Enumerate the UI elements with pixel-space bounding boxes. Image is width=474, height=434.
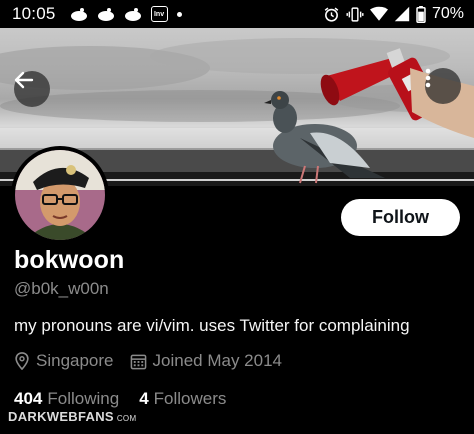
profile-meta: Singapore Joined May 2014 bbox=[14, 351, 298, 371]
location: Singapore bbox=[14, 351, 114, 371]
profile-avatar[interactable] bbox=[11, 146, 109, 244]
battery-icon bbox=[416, 5, 426, 23]
more-options-button[interactable] bbox=[425, 68, 461, 104]
user-handle: @b0k_w00n bbox=[14, 279, 109, 298]
status-time: 10:05 bbox=[12, 4, 56, 23]
join-date: Joined May 2014 bbox=[130, 351, 282, 371]
avatar-image bbox=[15, 150, 105, 240]
reddit-icon bbox=[70, 7, 88, 21]
alarm-icon bbox=[324, 7, 339, 22]
location-text: Singapore bbox=[36, 351, 114, 370]
signal-icon bbox=[394, 6, 410, 22]
arrow-left-icon bbox=[14, 71, 34, 89]
followers-count[interactable]: 4 bbox=[139, 389, 148, 409]
following-count[interactable]: 404 bbox=[14, 389, 42, 409]
reddit-icon bbox=[97, 7, 115, 21]
display-name: bokwoon bbox=[14, 246, 125, 274]
watermark-main: DARKWEBFANS bbox=[8, 409, 114, 424]
watermark-suffix: COM bbox=[116, 414, 137, 423]
wifi-icon bbox=[369, 6, 388, 21]
calendar-icon bbox=[130, 354, 146, 369]
battery-percent: 70% bbox=[431, 5, 464, 22]
app-badge-icon: Inv bbox=[150, 6, 168, 22]
status-bar: 10:05 Inv 70% bbox=[0, 0, 474, 28]
join-date-text: Joined May 2014 bbox=[152, 351, 282, 370]
location-pin-icon bbox=[15, 352, 29, 370]
back-button[interactable] bbox=[14, 71, 50, 107]
profile-bio: my pronouns are vi/vim. uses Twitter for… bbox=[14, 316, 410, 335]
more-notifications-dot bbox=[176, 11, 182, 17]
watermark: DARKWEBFANS COM bbox=[8, 409, 136, 424]
system-status: 70% bbox=[323, 5, 464, 23]
follow-button[interactable]: Follow bbox=[341, 199, 460, 236]
follow-counts: 404 Following 4 Followers bbox=[14, 389, 246, 409]
notification-icons: Inv bbox=[70, 6, 182, 22]
reddit-icon bbox=[124, 7, 142, 21]
vibrate-icon bbox=[346, 6, 364, 22]
following-label[interactable]: Following bbox=[47, 389, 119, 409]
more-vertical-icon bbox=[425, 68, 431, 88]
followers-label[interactable]: Followers bbox=[154, 389, 227, 409]
